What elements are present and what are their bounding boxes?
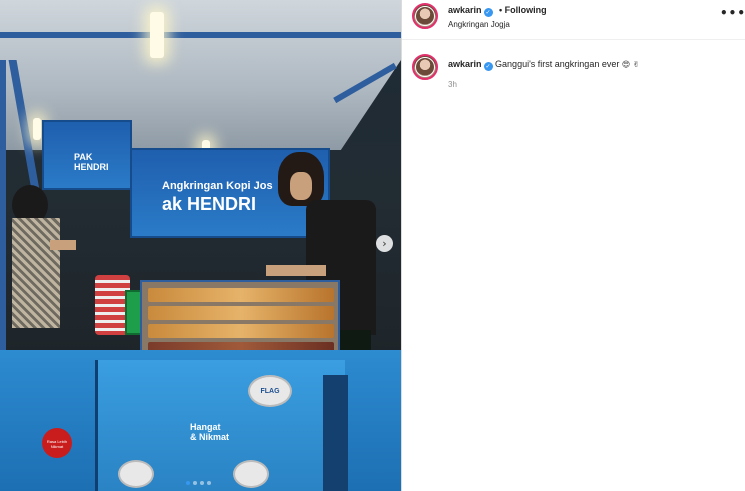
post-header: awkarin ✓ • Following Angkringan Jogja ••…	[402, 0, 745, 40]
caption-author-avatar[interactable]	[412, 54, 438, 80]
carousel-next-button[interactable]: ›	[376, 235, 393, 252]
photo-food-tray	[140, 280, 340, 360]
photo-person-right-face	[290, 172, 312, 200]
following-button[interactable]: Following	[505, 5, 547, 15]
post-photo[interactable]: PAK HENDRI Angkringan Kopi Jos ak HENDRI…	[0, 0, 401, 491]
photo-food-row	[148, 306, 334, 320]
post-caption: awkarin ✓ Ganggui's first angkringan ever…	[448, 59, 639, 71]
caption-username[interactable]: awkarin	[448, 59, 482, 69]
verified-badge-icon: ✓	[483, 62, 493, 71]
photo-food-row	[148, 324, 334, 338]
more-options-icon[interactable]: •••	[720, 6, 745, 20]
photo-counter-front: Hangat & Nikmat FLAG	[95, 360, 348, 491]
instagram-post-view: PAK HENDRI Angkringan Kopi Jos ak HENDRI…	[0, 0, 745, 491]
post-timestamp[interactable]: 3h	[448, 80, 457, 89]
post-location[interactable]: Angkringan Jogja	[448, 20, 510, 29]
photo-brand-logo: FLAG	[248, 375, 292, 407]
photo-banner-left: PAK HENDRI	[42, 120, 132, 190]
carousel-dot	[207, 481, 211, 485]
photo-person-left-arm	[50, 240, 76, 250]
carousel-dot	[193, 481, 197, 485]
carousel-dot-active	[186, 481, 190, 485]
photo-food-row	[148, 288, 334, 302]
author-avatar[interactable]	[412, 3, 438, 29]
photo-tent-beam	[0, 32, 401, 38]
counter-text: Hangat & Nikmat	[190, 422, 230, 442]
carousel-indicator	[186, 481, 211, 485]
photo-person-right-arm	[266, 265, 326, 276]
photo-lamp	[150, 12, 164, 58]
photo-counter-side	[323, 375, 348, 491]
carousel-dot	[200, 481, 204, 485]
follow-status[interactable]: • Following	[499, 5, 547, 15]
author-username[interactable]: awkarin ✓	[448, 5, 493, 17]
verified-badge-icon: ✓	[483, 8, 493, 17]
photo-person-left-body	[12, 218, 60, 328]
photo-brand-badge: Rasa Lebih Nikmat	[42, 428, 72, 458]
photo-brand-logo	[233, 460, 269, 488]
separator-dot: •	[499, 5, 503, 15]
caption-text: Ganggui's first angkringan ever	[495, 59, 620, 69]
photo-lamp	[33, 118, 41, 140]
photo-tent-pole	[0, 60, 6, 360]
caption-emoji: 😍 ✌	[621, 60, 640, 69]
post-side-panel: awkarin ✓ • Following Angkringan Jogja ••…	[401, 0, 745, 491]
photo-brand-logo	[118, 460, 154, 488]
